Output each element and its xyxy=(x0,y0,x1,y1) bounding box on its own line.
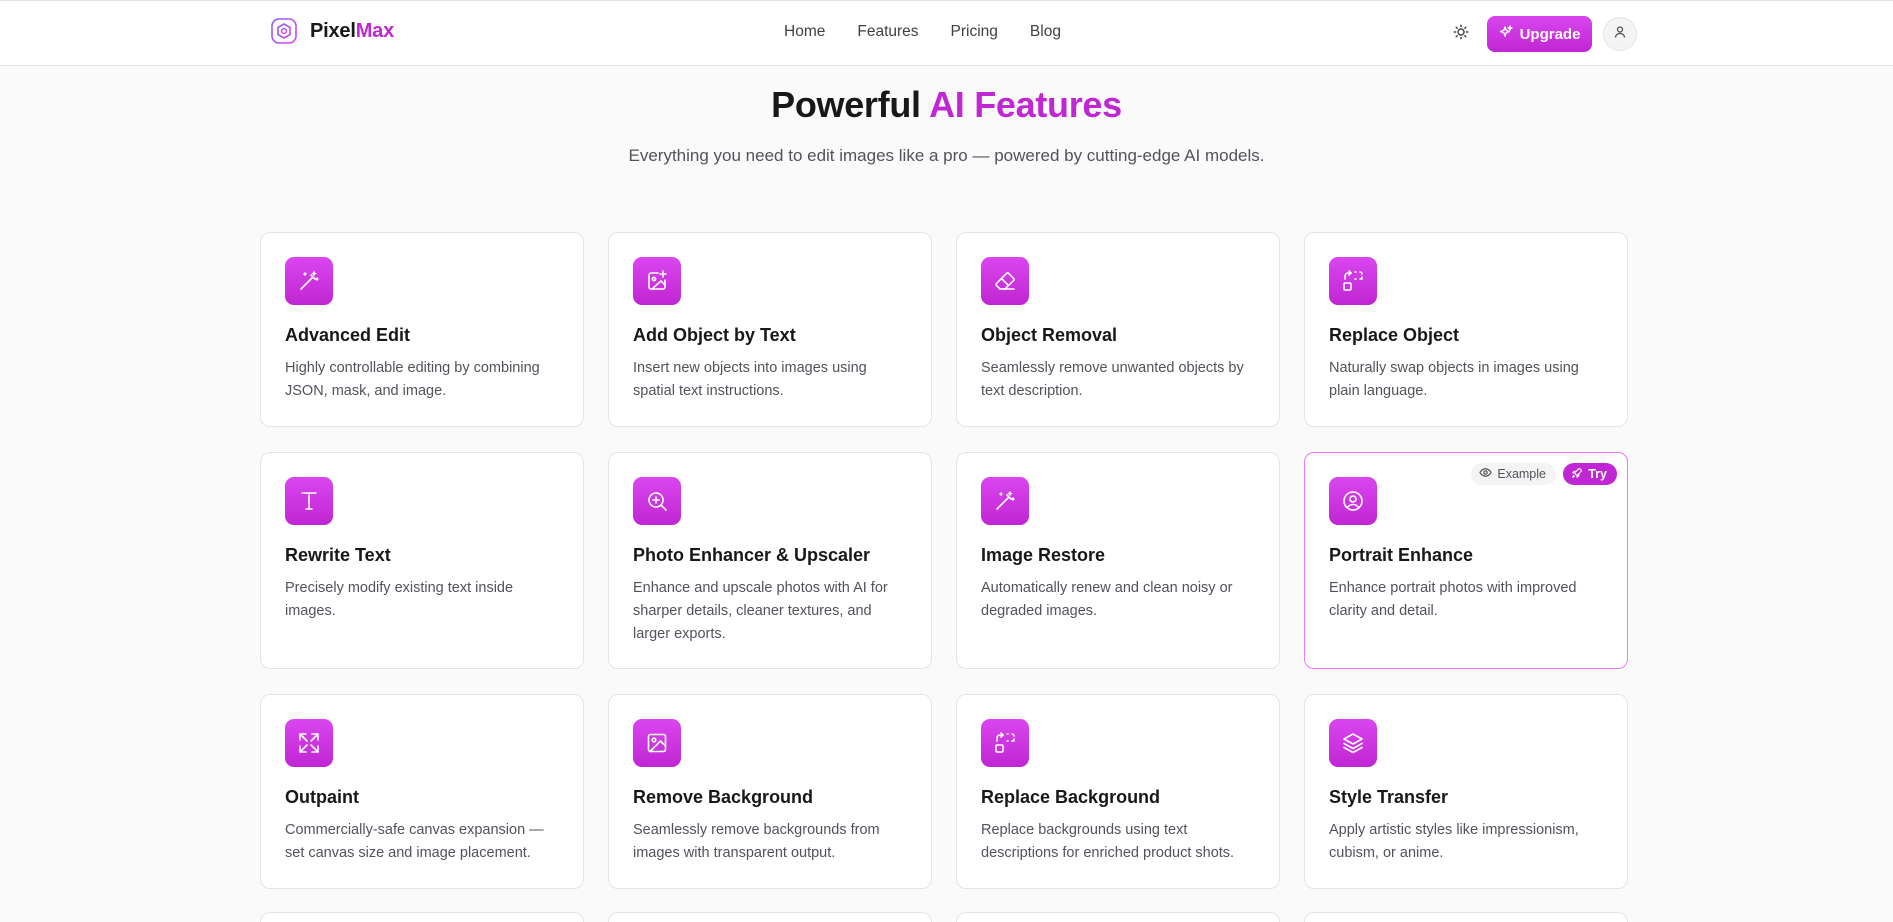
sun-icon xyxy=(1453,24,1469,45)
feature-description: Commercially-safe canvas expansion — set… xyxy=(285,822,544,861)
try-badge-label: Try xyxy=(1588,467,1607,481)
brand-logo[interactable]: PixelMax xyxy=(270,17,394,45)
nav-link-home[interactable]: Home xyxy=(784,23,825,41)
top-navbar: PixelMax Home Features Pricing Blog Upgr… xyxy=(0,0,1893,66)
expand-icon xyxy=(285,719,333,767)
feature-title: Replace Background xyxy=(981,787,1161,807)
pixelmax-logo-icon xyxy=(270,17,298,45)
feature-card-replace-background[interactable]: Replace Background Replace backgrounds u… xyxy=(956,694,1280,889)
zoom-in-icon xyxy=(633,477,681,525)
example-badge-label: Example xyxy=(1497,467,1546,481)
user-avatar-button[interactable] xyxy=(1603,17,1637,51)
feature-card-add-object-by-text[interactable]: Add Object by Text Insert new objects in… xyxy=(608,232,932,427)
magic-wand-icon xyxy=(285,257,333,305)
example-badge[interactable]: Example xyxy=(1471,463,1556,485)
nav-link-blog[interactable]: Blog xyxy=(1030,23,1061,41)
feature-description: Apply artistic styles like impressionism… xyxy=(1329,822,1579,861)
feature-title: Image Restore xyxy=(981,545,1106,565)
image-plus-icon xyxy=(633,257,681,305)
feature-card-replace-object[interactable]: Replace Object Naturally swap objects in… xyxy=(1304,232,1628,427)
feature-title: Object Removal xyxy=(981,325,1118,345)
feature-description: Highly controllable editing by combining… xyxy=(285,360,540,399)
feature-card-partial[interactable] xyxy=(1304,912,1628,922)
feature-title: Replace Object xyxy=(1329,325,1460,345)
feature-card-object-removal[interactable]: Object Removal Seamlessly remove unwante… xyxy=(956,232,1280,427)
feature-title: Rewrite Text xyxy=(285,545,391,565)
feature-description: Seamlessly remove unwanted objects by te… xyxy=(981,360,1244,399)
feature-card-partial[interactable] xyxy=(608,912,932,922)
main-nav: Home Features Pricing Blog xyxy=(784,23,1061,41)
theme-toggle-button[interactable] xyxy=(1449,22,1473,46)
feature-card-partial[interactable] xyxy=(260,912,584,922)
page-subtitle: Everything you need to edit images like … xyxy=(628,146,1265,165)
feature-description: Automatically renew and clean noisy or d… xyxy=(981,580,1233,619)
feature-card-partial[interactable] xyxy=(956,912,1280,922)
feature-description: Naturally swap objects in images using p… xyxy=(1329,360,1579,399)
user-circle-icon xyxy=(1329,477,1377,525)
feature-description: Replace backgrounds using text descripti… xyxy=(981,822,1235,861)
feature-title: Advanced Edit xyxy=(285,325,411,345)
replace-icon xyxy=(1329,257,1377,305)
feature-card-style-transfer[interactable]: Style Transfer Apply artistic styles lik… xyxy=(1304,694,1628,889)
replace-icon xyxy=(981,719,1029,767)
brand-name: PixelMax xyxy=(310,19,395,42)
feature-card-remove-background[interactable]: Remove Background Seamlessly remove back… xyxy=(608,694,932,889)
feature-card-outpaint[interactable]: Outpaint Commercially-safe canvas expans… xyxy=(260,694,584,889)
upgrade-label: Upgrade xyxy=(1519,25,1581,43)
feature-description: Precisely modify existing text inside im… xyxy=(285,580,514,619)
nav-link-pricing[interactable]: Pricing xyxy=(951,23,998,41)
feature-title: Portrait Enhance xyxy=(1329,545,1474,565)
feature-card-image-restore[interactable]: Image Restore Automatically renew and cl… xyxy=(956,452,1280,669)
feature-description: Enhance portrait photos with improved cl… xyxy=(1329,580,1577,619)
eye-icon xyxy=(1479,466,1493,482)
upgrade-button[interactable]: Upgrade xyxy=(1487,16,1592,52)
page-title: Powerful AI Features xyxy=(771,84,1122,125)
type-icon xyxy=(285,477,333,525)
feature-title: Photo Enhancer & Upscaler xyxy=(633,545,871,565)
sparkles-icon xyxy=(1499,25,1513,43)
feature-description: Enhance and upscale photos with AI for s… xyxy=(633,580,888,642)
layers-icon xyxy=(1329,719,1377,767)
feature-card-portrait-enhance[interactable]: Example Try Portrait Enhance Enhance por… xyxy=(1304,452,1628,669)
feature-title: Style Transfer xyxy=(1329,787,1449,807)
user-icon xyxy=(1613,25,1627,44)
feature-card-photo-enhancer-upscaler[interactable]: Photo Enhancer & Upscaler Enhance and up… xyxy=(608,452,932,669)
try-badge[interactable]: Try xyxy=(1563,463,1617,485)
feature-title: Remove Background xyxy=(633,787,814,807)
magic-wand-icon xyxy=(981,477,1029,525)
feature-description: Insert new objects into images using spa… xyxy=(633,360,867,399)
image-icon xyxy=(633,719,681,767)
feature-card-rewrite-text[interactable]: Rewrite Text Precisely modify existing t… xyxy=(260,452,584,669)
feature-card-advanced-edit[interactable]: Advanced Edit Highly controllable editin… xyxy=(260,232,584,427)
eraser-icon xyxy=(981,257,1029,305)
rocket-icon xyxy=(1571,467,1583,482)
feature-description: Seamlessly remove backgrounds from image… xyxy=(633,822,880,861)
nav-link-features[interactable]: Features xyxy=(857,23,918,41)
feature-title: Add Object by Text xyxy=(633,325,796,345)
feature-title: Outpaint xyxy=(285,787,359,807)
